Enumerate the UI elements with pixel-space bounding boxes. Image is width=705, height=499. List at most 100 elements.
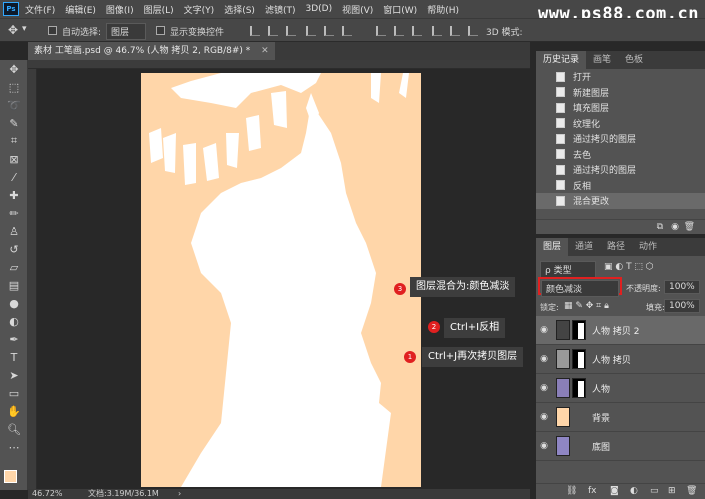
zoom-tool-icon[interactable]: 🔍︎ [0, 420, 28, 438]
align-right-icon[interactable] [342, 26, 352, 36]
menu-filter[interactable]: 滤镜(T) [265, 3, 296, 16]
trash-icon[interactable]: 🗑︎ [684, 222, 695, 232]
new-group-icon[interactable]: ▭ [650, 486, 659, 496]
layer-name: 人物 拷贝 [592, 355, 631, 366]
align-bottom-icon[interactable] [286, 26, 296, 36]
menu-edit[interactable]: 编辑(E) [65, 3, 96, 16]
tools-panel: ✥ ⬚ ➰ ✎ ⌗ ⊠ ⁄ ✚ ✏ ♙ ↺ ▱ ▤ ● ◐ ✒ T ➤ ▭ ✋ … [0, 60, 28, 490]
tab-history[interactable]: 历史记录 [536, 51, 587, 69]
eye-icon[interactable]: ◉ [536, 412, 552, 422]
camera-icon[interactable]: ◉ [671, 222, 679, 232]
menu-file[interactable]: 文件(F) [25, 3, 55, 16]
eyedropper-tool-icon[interactable]: ⁄ [0, 168, 28, 186]
menu-type[interactable]: 文字(Y) [184, 3, 215, 16]
link-layers-icon[interactable]: ⛓ [566, 486, 577, 496]
align-center-icon[interactable] [324, 26, 334, 36]
menu-image[interactable]: 图像(I) [106, 3, 134, 16]
history-item[interactable]: 通过拷贝的图层 [536, 131, 705, 147]
dodge-tool-icon[interactable]: ◐ [0, 312, 28, 330]
align-left-icon[interactable] [306, 26, 316, 36]
menu-layer[interactable]: 图层(L) [144, 3, 174, 16]
document-canvas[interactable] [141, 73, 421, 487]
opacity-input[interactable]: 100% [664, 280, 700, 294]
chevron-right-icon[interactable]: › [178, 489, 181, 499]
blur-tool-icon[interactable]: ● [0, 294, 28, 312]
distribute-center-icon[interactable] [450, 26, 460, 36]
eye-icon[interactable]: ◉ [536, 441, 552, 451]
new-layer-icon[interactable]: ⊞ [668, 486, 676, 496]
tab-channels[interactable]: 通道 [568, 238, 600, 256]
foreground-color-swatch[interactable] [4, 470, 17, 483]
align-top-icon[interactable] [250, 26, 260, 36]
type-tool-icon[interactable]: T [0, 348, 28, 366]
eye-icon[interactable]: ◉ [536, 354, 552, 364]
distribute-top-icon[interactable] [376, 26, 386, 36]
brush-tool-icon[interactable]: ✏ [0, 204, 28, 222]
history-brush-tool-icon[interactable]: ↺ [0, 240, 28, 258]
history-item[interactable]: 通过拷贝的图层 [536, 162, 705, 178]
document-tab[interactable]: 素材 工笔画.psd @ 46.7% (人物 拷贝 2, RGB/8#) * ✕ [28, 42, 275, 60]
crop-tool-icon[interactable]: ⌗ [0, 132, 28, 150]
auto-select-dropdown[interactable]: 图层 [106, 23, 146, 40]
tab-brushes[interactable]: 画笔 [586, 51, 618, 69]
history-item-selected[interactable]: 混合更改 [536, 193, 705, 209]
layer-filter-dropdown[interactable]: ρ 类型 [540, 261, 596, 278]
gradient-tool-icon[interactable]: ▤ [0, 276, 28, 294]
align-middle-icon[interactable] [268, 26, 278, 36]
history-item[interactable]: 去色 [536, 147, 705, 163]
fill-input[interactable]: 100% [664, 299, 700, 313]
menu-view[interactable]: 视图(V) [342, 3, 373, 16]
move-tool-icon[interactable]: ✥ [8, 23, 18, 37]
menu-3d[interactable]: 3D(D) [305, 4, 332, 14]
history-item[interactable]: 打开 [536, 69, 705, 85]
zoom-level[interactable]: 46.72% [32, 489, 63, 499]
auto-select-checkbox[interactable] [48, 26, 57, 35]
layer-row[interactable]: ◉ 底图 [536, 432, 705, 461]
tab-swatches[interactable]: 色板 [618, 51, 650, 69]
layer-row[interactable]: ◉ 人物 拷贝 2 [536, 316, 705, 345]
tab-layers[interactable]: 图层 [536, 238, 569, 256]
history-item[interactable]: 反相 [536, 178, 705, 194]
tab-actions[interactable]: 动作 [632, 238, 664, 256]
fx-icon[interactable]: fx [588, 486, 597, 496]
eraser-tool-icon[interactable]: ▱ [0, 258, 28, 276]
move-tool-icon[interactable]: ✥ [0, 60, 28, 78]
show-transform-checkbox[interactable] [156, 26, 165, 35]
layer-row[interactable]: ◉ 人物 [536, 374, 705, 403]
new-document-from-state-icon[interactable]: ⧉ [657, 222, 663, 232]
tab-paths[interactable]: 路径 [600, 238, 632, 256]
path-select-tool-icon[interactable]: ➤ [0, 366, 28, 384]
healing-brush-tool-icon[interactable]: ✚ [0, 186, 28, 204]
filter-icons[interactable]: ▣ ◐ T ⬚ ⬡ [604, 262, 654, 272]
shape-tool-icon[interactable]: ▭ [0, 384, 28, 402]
blend-mode-dropdown[interactable]: 颜色减淡 [541, 280, 619, 297]
add-mask-icon[interactable]: ◙ [610, 486, 619, 496]
distribute-right-icon[interactable] [468, 26, 478, 36]
adjustment-layer-icon[interactable]: ◐ [630, 486, 638, 496]
hand-tool-icon[interactable]: ✋ [0, 402, 28, 420]
marquee-tool-icon[interactable]: ⬚ [0, 78, 28, 96]
close-icon[interactable]: ✕ [261, 46, 269, 56]
clone-stamp-tool-icon[interactable]: ♙ [0, 222, 28, 240]
chevron-down-icon[interactable]: ▾ [22, 24, 27, 34]
menu-select[interactable]: 选择(S) [224, 3, 255, 16]
distribute-middle-icon[interactable] [394, 26, 404, 36]
history-item[interactable]: 新建图层 [536, 85, 705, 101]
distribute-bottom-icon[interactable] [412, 26, 422, 36]
menu-help[interactable]: 帮助(H) [427, 3, 459, 16]
quick-select-tool-icon[interactable]: ✎ [0, 114, 28, 132]
pen-tool-icon[interactable]: ✒ [0, 330, 28, 348]
history-item[interactable]: 纹理化 [536, 116, 705, 132]
frame-tool-icon[interactable]: ⊠ [0, 150, 28, 168]
layer-row[interactable]: ◉ 背景 [536, 403, 705, 432]
menu-window[interactable]: 窗口(W) [383, 3, 417, 16]
history-item[interactable]: 填充图层 [536, 100, 705, 116]
lock-icons[interactable]: ▦ ✎ ✥ ⌗ 🔒︎ [564, 301, 609, 311]
trash-icon[interactable]: 🗑︎ [686, 486, 697, 496]
eye-icon[interactable]: ◉ [536, 383, 552, 393]
layer-row[interactable]: ◉ 人物 拷贝 [536, 345, 705, 374]
lasso-tool-icon[interactable]: ➰ [0, 96, 28, 114]
more-tools-icon[interactable]: ⋯ [0, 438, 28, 456]
eye-icon[interactable]: ◉ [536, 325, 552, 335]
distribute-left-icon[interactable] [432, 26, 442, 36]
